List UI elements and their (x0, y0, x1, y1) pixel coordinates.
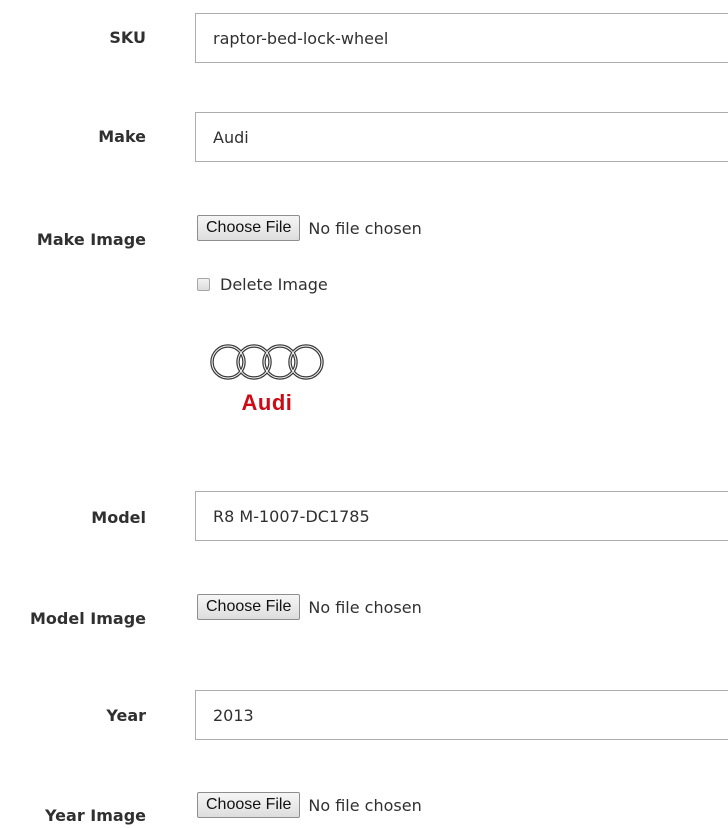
audi-rings-logo-icon (210, 344, 324, 380)
delete-image-label: Delete Image (220, 274, 328, 294)
model-image-choose-file-button[interactable]: Choose File (197, 594, 301, 620)
make-label: Make (98, 127, 146, 146)
make-image-choose-file-button[interactable]: Choose File (197, 215, 301, 241)
make-input[interactable] (195, 112, 728, 162)
model-image-file-input[interactable]: Choose File No file chosen (197, 592, 422, 622)
year-image-file-input[interactable]: Choose File No file chosen (197, 790, 422, 820)
make-image-file-status: No file chosen (308, 218, 422, 238)
year-image-file-status: No file chosen (308, 795, 422, 815)
make-image-file-input[interactable]: Choose File No file chosen (197, 213, 422, 243)
model-input[interactable] (195, 491, 728, 541)
sku-input[interactable] (195, 13, 728, 63)
make-image-preview: Audi (208, 332, 338, 417)
model-image-file-status: No file chosen (308, 597, 422, 617)
model-label: Model (91, 508, 146, 527)
audi-logo-text: Audi (241, 390, 293, 415)
year-image-label: Year Image (45, 806, 146, 825)
delete-image-checkbox[interactable] (197, 277, 210, 291)
make-image-label: Make Image (36, 230, 146, 249)
year-input[interactable] (195, 690, 728, 740)
model-image-label: Model Image (30, 609, 146, 628)
year-label: Year (106, 706, 146, 725)
delete-image-option[interactable]: Delete Image (197, 272, 328, 296)
sku-label: SKU (109, 28, 146, 47)
year-image-choose-file-button[interactable]: Choose File (197, 792, 301, 818)
